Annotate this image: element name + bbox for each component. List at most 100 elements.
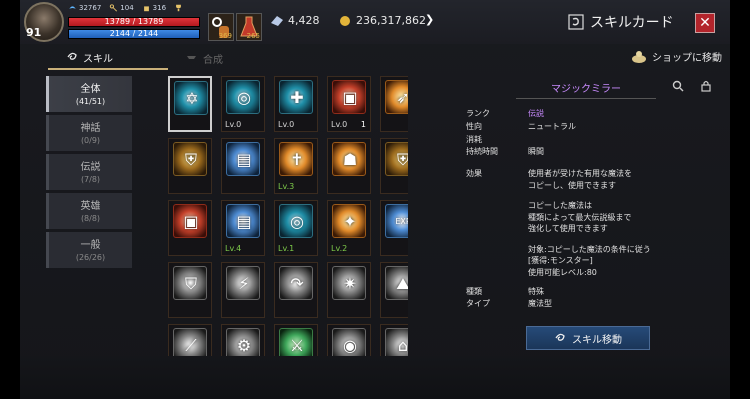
lock-icon[interactable]: [700, 80, 712, 95]
crystal-currency: 4,428: [270, 14, 320, 27]
skill-card[interactable]: ⛰: [380, 262, 408, 318]
category-name: 伝説: [80, 162, 101, 173]
consume-label: 消耗: [466, 135, 482, 144]
skill-emblem-icon: ▤: [236, 212, 252, 231]
skill-card-art: ⌂: [385, 328, 408, 356]
skill-card-art: ▤: [226, 204, 260, 238]
bag-stat: 316: [142, 4, 166, 12]
buff-slot-1[interactable]: 369: [208, 13, 234, 41]
skill-card-art: ✡: [174, 81, 208, 115]
bag-icon: [143, 6, 149, 12]
bottom-shade: [20, 356, 730, 399]
skill-emblem-icon: ⛰: [396, 274, 408, 293]
skill-card[interactable]: ⚔: [274, 324, 318, 356]
rank-value: 伝説: [528, 109, 544, 118]
category-legend[interactable]: 伝説 (7/8): [46, 154, 132, 190]
skill-emblem-icon: ▤: [236, 150, 252, 169]
skill-card-window: 91 32767 104 316 13789 / 13789 2144 / 21…: [20, 0, 730, 399]
skill-card-art: ◉: [332, 328, 366, 356]
skill-card[interactable]: ⟋: [168, 324, 212, 356]
type-label: タイプ: [466, 299, 490, 308]
skill-emblem-icon: ⛉: [184, 274, 197, 293]
skill-card-art: ⚙: [226, 328, 260, 356]
stat-a-value: 104: [120, 4, 134, 12]
skill-card[interactable]: ▤: [221, 138, 265, 194]
category-count: (41/51): [75, 97, 106, 106]
skill-card-art: ⛰: [385, 266, 408, 300]
skill-card[interactable]: ⚡: [221, 262, 265, 318]
skill-card[interactable]: ▣: [168, 200, 212, 256]
skill-card[interactable]: ✦ Lv.2: [327, 200, 371, 256]
effect-line: 強化して使用できます: [528, 224, 608, 233]
key-stat: 104: [109, 4, 134, 12]
crystal-amount: 4,428: [288, 14, 320, 27]
skill-emblem-icon: ✡: [185, 89, 199, 108]
buff-slot-2[interactable]: 265: [236, 13, 262, 41]
tab-compose[interactable]: 合成: [178, 46, 223, 70]
skill-card-art: ▣: [173, 204, 207, 238]
buff-count: 369: [218, 32, 232, 40]
skill-card[interactable]: ✚ Lv.0: [274, 76, 318, 132]
skill-card[interactable]: ⛨: [168, 138, 212, 194]
skill-card[interactable]: EXP: [380, 200, 408, 256]
skill-card[interactable]: ✝ Lv.3: [274, 138, 318, 194]
skill-card[interactable]: ◎ Lv.0: [221, 76, 265, 132]
shop-link[interactable]: ショップに移動: [630, 48, 722, 64]
skill-move-label: スキル移動: [572, 334, 622, 346]
skill-emblem-icon: ✝: [290, 150, 304, 169]
skill-card[interactable]: ↷: [274, 262, 318, 318]
gold-coin-icon: [340, 15, 350, 26]
effect-line: コピーした魔法は: [528, 201, 592, 210]
skill-card-art: ➶: [385, 80, 408, 114]
tab-skill-label: スキル: [83, 53, 113, 65]
category-count: (0/9): [80, 136, 101, 145]
skill-card[interactable]: ◎ Lv.1: [274, 200, 318, 256]
skill-card[interactable]: ☗: [327, 138, 371, 194]
skill-card-level: Lv.1: [278, 244, 295, 253]
tab-skill[interactable]: スキル: [48, 46, 168, 70]
duration-label: 持続時間: [466, 147, 498, 156]
power-value: 32767: [79, 4, 102, 12]
skill-emblem-icon: ⛨: [184, 150, 197, 169]
effect-line: 使用者が受けた有用な魔法を: [528, 169, 632, 178]
skill-card[interactable]: ⌂: [380, 324, 408, 356]
close-button[interactable]: ✕: [695, 13, 715, 33]
skill-card[interactable]: ✷: [327, 262, 371, 318]
buff-count: 265: [246, 32, 260, 40]
skill-card[interactable]: ◉: [327, 324, 371, 356]
skill-card[interactable]: ⛉: [168, 262, 212, 318]
skill-card-level: Lv.0: [278, 120, 295, 129]
skill-card[interactable]: ⚙: [221, 324, 265, 356]
tendency-label: 性向: [466, 122, 482, 131]
player-level: 91: [26, 26, 42, 39]
skill-card[interactable]: ▣ Lv.0 1: [327, 76, 371, 132]
skill-card-art: ✷: [332, 266, 366, 300]
skill-emblem-icon: ⚡: [238, 274, 250, 293]
chevron-right-icon[interactable]: ❯: [425, 13, 434, 26]
skill-move-button[interactable]: スキル移動: [526, 326, 650, 350]
category-hero[interactable]: 英雄 (8/8): [46, 193, 132, 229]
swirl-icon: [555, 333, 565, 341]
anvil-icon: [187, 56, 196, 59]
skill-card[interactable]: ➶: [380, 76, 408, 132]
skill-card-icon: [568, 14, 584, 30]
skill-card-art: ◎: [279, 204, 313, 238]
effect-line: 種類によって最大伝説級まで: [528, 212, 632, 222]
search-icon[interactable]: [672, 80, 684, 95]
category-mythic[interactable]: 神話 (0/9): [46, 115, 132, 151]
skill-card[interactable]: ✡: [168, 76, 212, 132]
skill-card-level: Lv.0: [331, 120, 348, 129]
skill-card-art: ⚔: [279, 328, 313, 356]
category-count: (8/8): [80, 214, 101, 223]
category-all[interactable]: 全体 (41/51): [46, 76, 132, 112]
skill-emblem-icon: ⟋: [185, 336, 197, 355]
category-common[interactable]: 一般 (26/26): [46, 232, 132, 268]
gold-amount: 236,317,862: [356, 14, 426, 27]
category-name: 一般: [80, 240, 101, 251]
skill-card[interactable]: ⛨: [380, 138, 408, 194]
stat-b-value: 316: [152, 4, 167, 12]
skill-card[interactable]: ▤ Lv.4: [221, 200, 265, 256]
category-name: 神話: [80, 123, 101, 134]
skill-card-art: ⚡: [226, 266, 260, 300]
effect-line: 使用可能レベル:80: [528, 267, 597, 277]
